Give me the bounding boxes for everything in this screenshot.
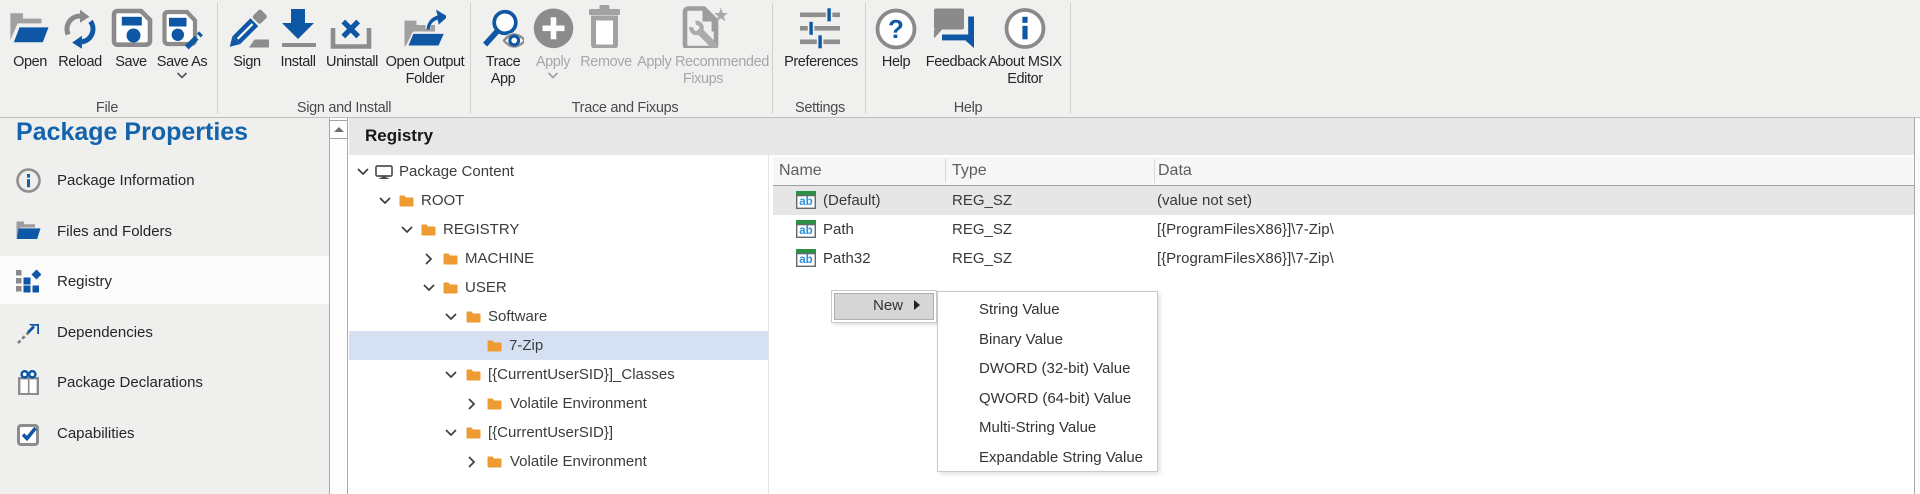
svg-text:ab: ab	[799, 225, 812, 237]
svg-text:ab: ab	[799, 254, 812, 266]
svg-text:?: ?	[888, 14, 904, 44]
svg-text:ab: ab	[799, 196, 812, 208]
